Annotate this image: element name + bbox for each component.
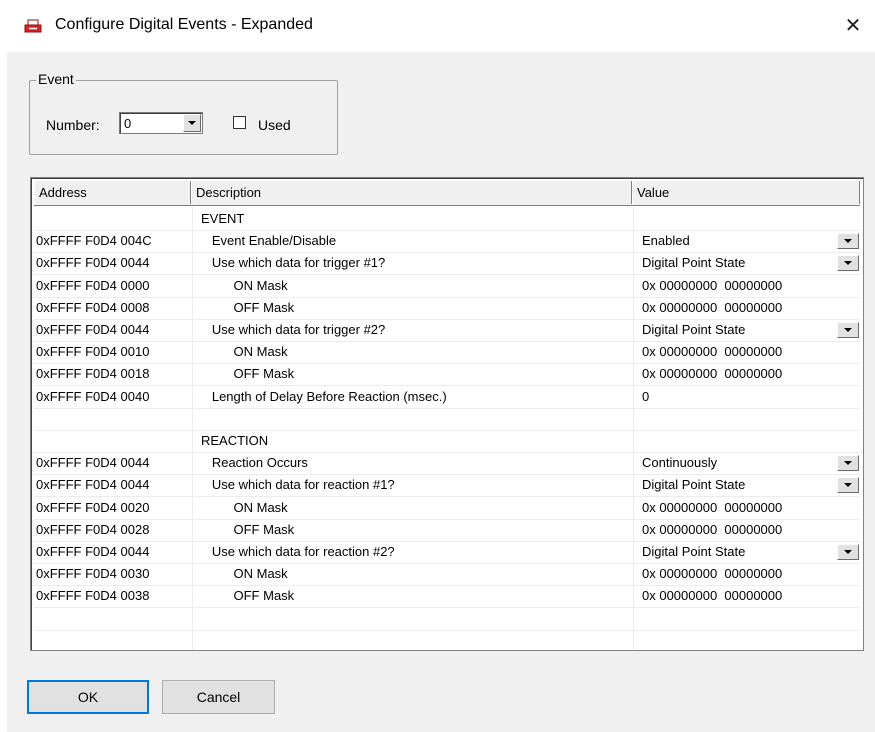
cell-value: 0x 00000000 00000000 — [642, 499, 783, 515]
cell-value: Digital Point State — [642, 322, 746, 337]
ok-button[interactable]: OK — [27, 680, 149, 714]
number-combobox-value: 0 — [124, 116, 132, 131]
title-bar: Configure Digital Events - Expanded ✕ — [0, 0, 875, 52]
table-row[interactable]: EVENT — [31, 209, 863, 231]
table-row[interactable] — [31, 409, 863, 431]
chevron-down-icon[interactable] — [837, 255, 859, 272]
table-row[interactable]: 0xFFFF F0D4 0044 Use which data for trig… — [31, 253, 863, 276]
cell-address: 0xFFFF F0D4 0044 — [36, 255, 150, 271]
cell-description: OFF Mask — [201, 588, 295, 604]
table-row[interactable]: 0xFFFF F0D4 0028 OFF Mask 0x 00000000 000… — [31, 520, 863, 542]
cell-value: 0x 00000000 00000000 — [642, 566, 783, 582]
table-row[interactable]: 0xFFFF F0D4 0038 OFF Mask 0x 00000000 000… — [31, 586, 863, 609]
grid-header: Address Description Value — [34, 181, 860, 206]
cell-address: 0xFFFF F0D4 0044 — [36, 455, 150, 471]
event-groupbox-legend: Event — [36, 71, 76, 87]
cell-description: Use which data for reaction #2? — [201, 544, 395, 559]
cell-value: 0 — [642, 388, 650, 404]
cell-description: ON Mask — [201, 499, 288, 515]
table-row[interactable]: 0xFFFF F0D4 0044 Reaction Occurs Continuo… — [31, 453, 863, 476]
table-row[interactable]: 0xFFFF F0D4 0030 ON Mask 0x 00000000 0000… — [31, 564, 863, 587]
cell-value: 0x 00000000 00000000 — [642, 299, 783, 315]
number-combobox[interactable]: 0 — [119, 112, 203, 134]
window-title: Configure Digital Events - Expanded — [55, 16, 313, 33]
cell-description: REACTION — [201, 433, 269, 448]
column-header-address[interactable]: Address — [34, 181, 191, 204]
cell-description: OFF Mask — [201, 366, 295, 382]
cell-value: 0x 00000000 00000000 — [642, 344, 783, 360]
table-row[interactable]: 0xFFFF F0D4 0044 Use which data for trig… — [31, 320, 863, 342]
dialog-window: Configure Digital Events - Expanded ✕ Ev… — [0, 0, 875, 732]
cell-address: 0xFFFF F0D4 0030 — [36, 566, 150, 582]
cell-value: 0x 00000000 00000000 — [642, 521, 783, 537]
cancel-button[interactable]: Cancel — [162, 680, 275, 714]
table-row[interactable]: 0xFFFF F0D4 0010 ON Mask 0x 00000000 0000… — [31, 342, 863, 365]
cell-address: 0xFFFF F0D4 0038 — [36, 588, 150, 604]
cell-address: 0xFFFF F0D4 0044 — [36, 477, 150, 493]
cell-description: EVENT — [201, 211, 245, 226]
cell-description: OFF Mask — [201, 299, 295, 315]
cell-address: 0xFFFF F0D4 0020 — [36, 499, 150, 515]
cell-address: 0xFFFF F0D4 0044 — [36, 544, 150, 559]
cell-address: 0xFFFF F0D4 0028 — [36, 521, 150, 537]
table-row[interactable]: 0xFFFF F0D4 0044 Use which data for reac… — [31, 475, 863, 498]
cell-address: 0xFFFF F0D4 0040 — [36, 388, 150, 404]
cell-address: 0xFFFF F0D4 0008 — [36, 299, 150, 315]
used-checkbox[interactable] — [233, 116, 246, 129]
cell-description: Use which data for reaction #1? — [201, 477, 395, 493]
chevron-down-icon[interactable] — [837, 322, 859, 338]
cell-description: Event Enable/Disable — [201, 233, 337, 249]
table-row[interactable]: 0xFFFF F0D4 0018 OFF Mask 0x 00000000 000… — [31, 364, 863, 387]
table-row[interactable] — [31, 631, 863, 650]
column-header-value[interactable]: Value — [632, 181, 860, 204]
table-row[interactable]: 0xFFFF F0D4 0040 Length of Delay Before … — [31, 387, 863, 409]
cell-description: ON Mask — [201, 566, 288, 582]
table-row[interactable]: 0xFFFF F0D4 0008 OFF Mask 0x 00000000 000… — [31, 298, 863, 320]
table-row[interactable]: 0xFFFF F0D4 0000 ON Mask 0x 00000000 0000… — [31, 276, 863, 298]
cell-description: OFF Mask — [201, 521, 295, 537]
table-row[interactable]: 0xFFFF F0D4 004C Event Enable/Disable Ena… — [31, 231, 863, 254]
register-grid: Address Description Value EVENT 0xFFFF F0… — [30, 177, 864, 651]
close-icon[interactable]: ✕ — [838, 12, 868, 40]
table-row[interactable] — [31, 609, 863, 631]
table-row[interactable]: REACTION — [31, 431, 863, 453]
cell-description: Length of Delay Before Reaction (msec.) — [201, 388, 447, 404]
number-label: Number: — [46, 117, 100, 133]
cell-address: 0xFFFF F0D4 0018 — [36, 366, 150, 382]
cell-value: Enabled — [642, 233, 690, 249]
cell-description: ON Mask — [201, 344, 288, 360]
app-icon — [24, 19, 42, 33]
cell-address: 0xFFFF F0D4 004C — [36, 233, 152, 249]
cell-address: 0xFFFF F0D4 0000 — [36, 277, 150, 293]
cell-description: ON Mask — [201, 277, 288, 293]
cell-address: 0xFFFF F0D4 0010 — [36, 344, 150, 360]
cell-description: Use which data for trigger #1? — [201, 255, 386, 271]
cell-value: 0x 00000000 00000000 — [642, 277, 783, 293]
cell-value: Digital Point State — [642, 255, 746, 271]
cell-description: Reaction Occurs — [201, 455, 308, 471]
chevron-down-icon[interactable] — [837, 233, 859, 250]
chevron-down-icon[interactable] — [837, 544, 859, 560]
cell-value: Continuously — [642, 455, 718, 471]
cell-value: Digital Point State — [642, 477, 746, 493]
used-label[interactable]: Used — [258, 117, 291, 133]
chevron-down-icon[interactable] — [837, 477, 859, 494]
table-row[interactable]: 0xFFFF F0D4 0020 ON Mask 0x 00000000 0000… — [31, 498, 863, 520]
chevron-down-icon[interactable] — [837, 455, 859, 472]
table-row[interactable]: 0xFFFF F0D4 0044 Use which data for reac… — [31, 542, 863, 564]
cell-description: Use which data for trigger #2? — [201, 322, 386, 337]
cell-value: Digital Point State — [642, 544, 746, 559]
chevron-down-icon[interactable] — [183, 114, 201, 132]
cell-address: 0xFFFF F0D4 0044 — [36, 322, 150, 337]
column-header-description[interactable]: Description — [191, 181, 632, 204]
cell-value: 0x 00000000 00000000 — [642, 588, 783, 604]
cell-value: 0x 00000000 00000000 — [642, 366, 783, 382]
